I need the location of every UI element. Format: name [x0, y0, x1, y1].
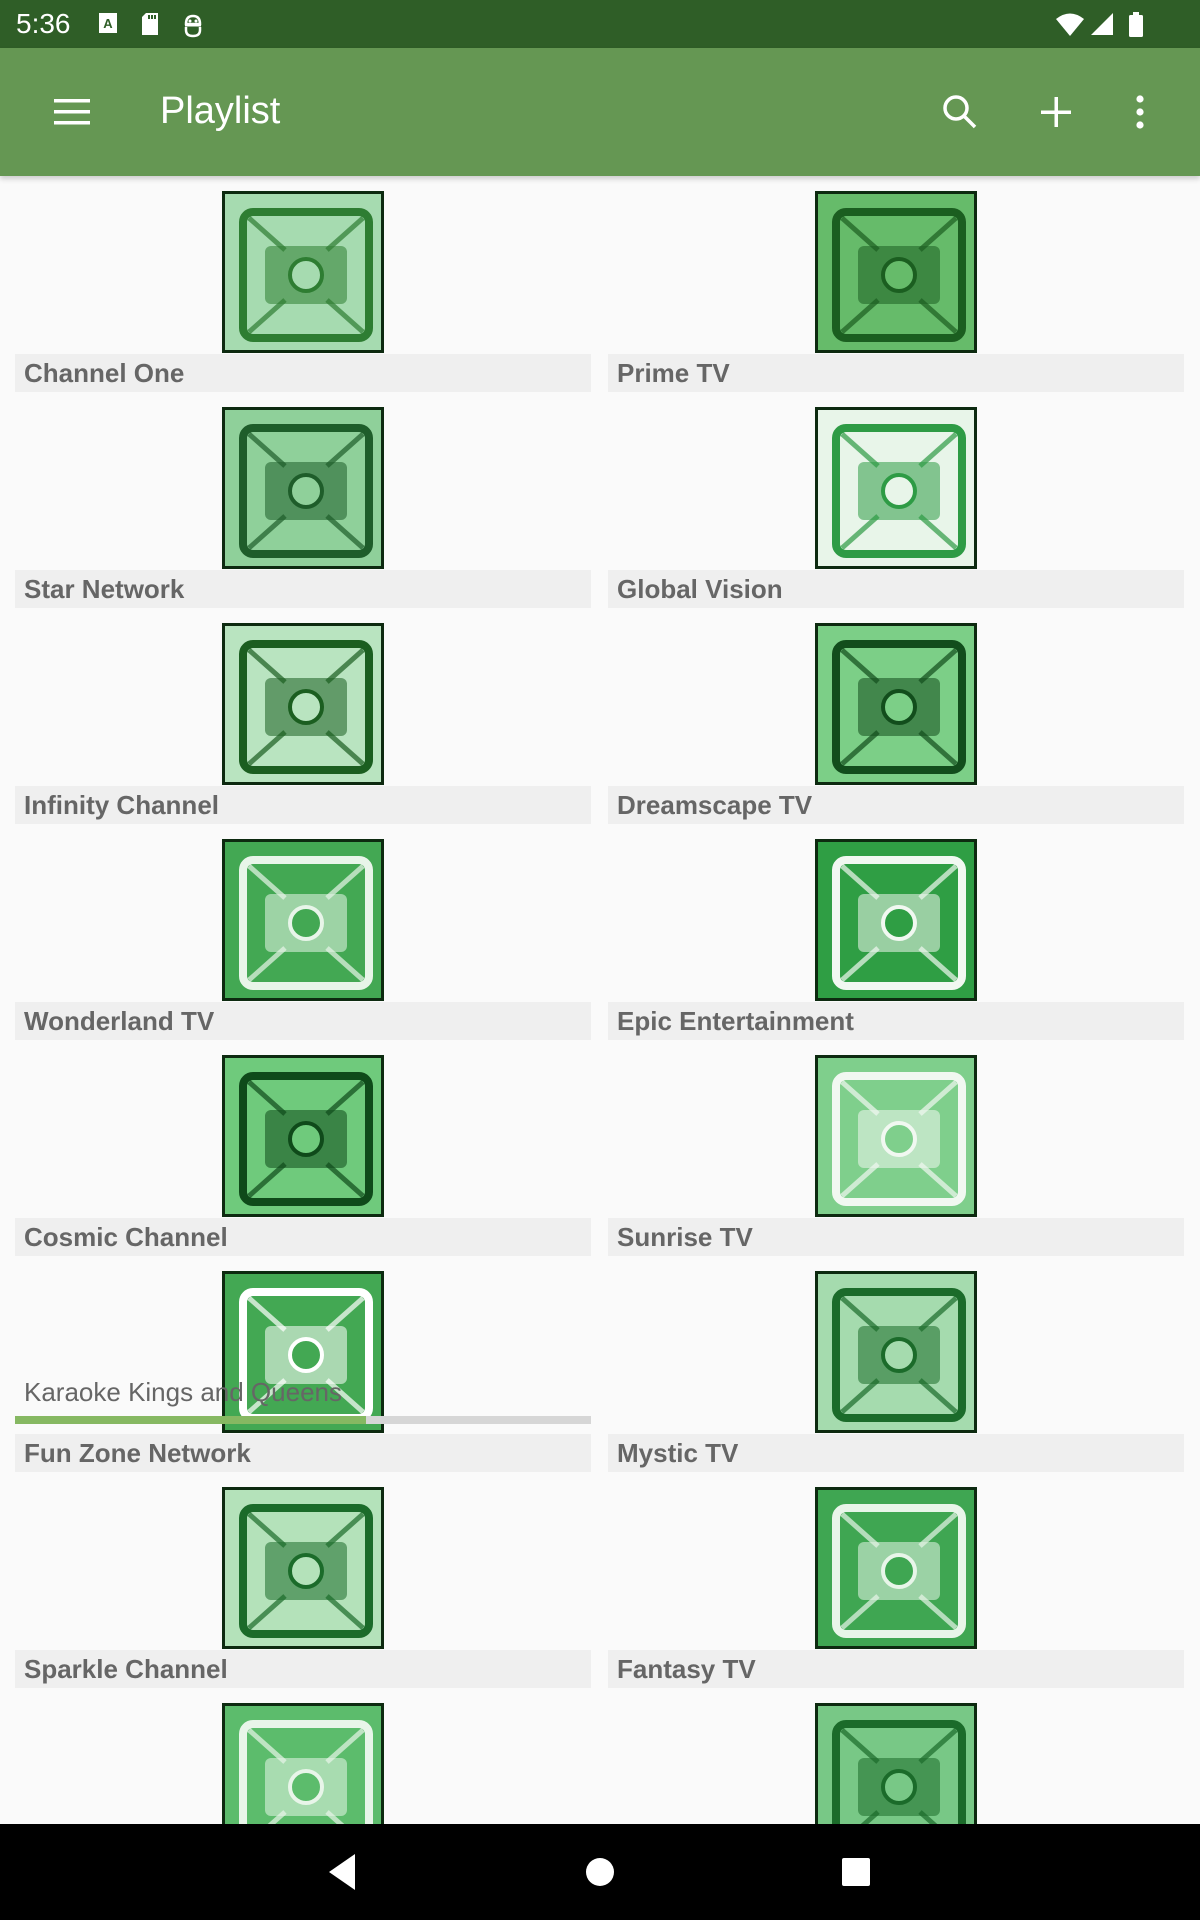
channel-logo	[815, 623, 977, 785]
search-icon[interactable]	[936, 88, 984, 136]
channel-name: Infinity Channel	[24, 790, 219, 820]
channel-logo	[815, 1271, 977, 1433]
channel-logo	[222, 191, 384, 353]
channel-logo	[222, 623, 384, 785]
channel-name: Sunrise TV	[617, 1222, 753, 1252]
channel-name: Fantasy TV	[617, 1654, 756, 1684]
channel-logo	[222, 839, 384, 1001]
channel-tile[interactable]: Infinity Channel	[15, 608, 591, 824]
channel-name: Fun Zone Network	[24, 1438, 251, 1468]
channel-label-bar: Infinity Channel	[15, 786, 591, 824]
wifi-icon	[1055, 12, 1085, 41]
channel-tile[interactable]: Dreamscape TV	[608, 608, 1184, 824]
channel-tile[interactable]: Star Network	[15, 392, 591, 608]
channel-name: Epic Entertainment	[617, 1006, 854, 1036]
channel-label-bar: Fantasy TV	[608, 1650, 1184, 1688]
status-bar: 5:36 A	[0, 0, 1200, 48]
channel-name: Dreamscape TV	[617, 790, 813, 820]
channel-logo	[815, 191, 977, 353]
back-icon[interactable]	[318, 1852, 366, 1892]
channel-name: Star Network	[24, 574, 185, 604]
playback-progress-fill	[15, 1416, 367, 1424]
channel-tile[interactable]: Cosmic Channel	[15, 1040, 591, 1256]
channel-grid: Channel One Prime TV Star Network Global Vi…	[0, 176, 1200, 1824]
channel-logo	[222, 1487, 384, 1649]
battery-icon	[1128, 12, 1144, 43]
channel-tile[interactable]: Sparkle Channel	[15, 1472, 591, 1688]
channel-tile[interactable]: Epic Entertainment	[608, 824, 1184, 1040]
add-icon[interactable]	[1032, 88, 1080, 136]
sd-card-icon	[140, 12, 160, 41]
channel-tile[interactable]: Prime TV	[608, 176, 1184, 392]
channel-label-bar: Global Vision	[608, 570, 1184, 608]
navigation-bar	[0, 1824, 1200, 1920]
channel-label-bar: Cosmic Channel	[15, 1218, 591, 1256]
channel-logo	[815, 1055, 977, 1217]
channel-tile[interactable]: Mystic TV	[608, 1256, 1184, 1472]
channel-logo	[815, 839, 977, 1001]
channel-tile[interactable]: Channel One	[15, 176, 591, 392]
channel-name: Prime TV	[617, 358, 730, 388]
channel-name: Cosmic Channel	[24, 1222, 228, 1252]
channel-label-bar: Star Network	[15, 570, 591, 608]
page-title: Playlist	[160, 90, 281, 132]
channel-tile[interactable]	[15, 1688, 591, 1824]
status-time: 5:36	[16, 8, 71, 39]
svg-text:A: A	[103, 16, 113, 31]
channel-label-bar: Wonderland TV	[15, 1002, 591, 1040]
channel-label-bar: Epic Entertainment	[608, 1002, 1184, 1040]
channel-tile[interactable]	[608, 1688, 1184, 1824]
channel-logo	[815, 1703, 977, 1824]
android-debug-icon	[182, 12, 204, 43]
channel-tile[interactable]: Fantasy TV	[608, 1472, 1184, 1688]
channel-logo	[222, 1271, 384, 1433]
app-bar: Playlist	[0, 48, 1200, 176]
channel-label-bar: Dreamscape TV	[608, 786, 1184, 824]
hamburger-menu-icon[interactable]	[48, 88, 96, 136]
channel-name: Mystic TV	[617, 1438, 739, 1468]
channel-name: Channel One	[24, 358, 185, 388]
channel-tile[interactable]: Global Vision	[608, 392, 1184, 608]
channel-label-bar: Sparkle Channel	[15, 1650, 591, 1688]
channel-tile[interactable]: Wonderland TV	[15, 824, 591, 1040]
recents-icon[interactable]	[832, 1852, 880, 1892]
channel-name: Sparkle Channel	[24, 1654, 228, 1684]
channel-label-bar: Fun Zone Network	[15, 1434, 591, 1472]
playback-progress-bar	[15, 1416, 591, 1424]
channel-name: Global Vision	[617, 574, 783, 604]
channel-logo	[222, 1055, 384, 1217]
channel-tile[interactable]: Sunrise TV	[608, 1040, 1184, 1256]
channel-label-bar: Sunrise TV	[608, 1218, 1184, 1256]
channel-logo	[815, 407, 977, 569]
channel-logo	[222, 407, 384, 569]
more-vert-icon[interactable]	[1116, 88, 1164, 136]
channel-label-bar: Mystic TV	[608, 1434, 1184, 1472]
channel-logo	[815, 1487, 977, 1649]
channel-logo	[222, 1703, 384, 1824]
channel-label-bar: Channel One	[15, 354, 591, 392]
channel-name: Wonderland TV	[24, 1006, 215, 1036]
channel-label-bar: Prime TV	[608, 354, 1184, 392]
keyboard-a-icon: A	[98, 12, 118, 39]
cellular-signal-icon	[1090, 12, 1114, 41]
channel-tile[interactable]: Karaoke Kings and Queens Fun Zone Network	[15, 1256, 591, 1472]
now-playing-title: Karaoke Kings and Queens	[24, 1377, 342, 1407]
home-icon[interactable]	[576, 1852, 624, 1892]
